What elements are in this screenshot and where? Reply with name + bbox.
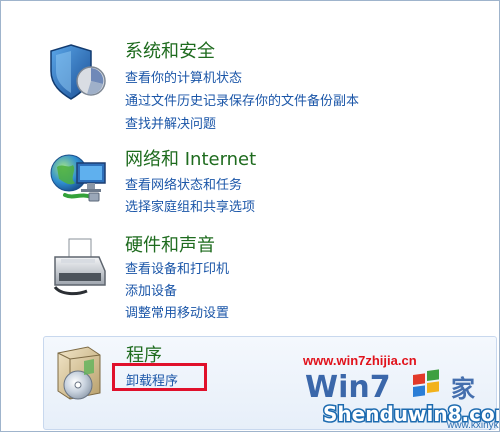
shield-icon [50,44,106,100]
category-system-security: 系统和安全 查看你的计算机状态 通过文件历史记录保存你的文件备份副本 查找并解决… [41,37,491,133]
category-title-hardware[interactable]: 硬件和声音 [125,231,215,257]
svg-text:家: 家 [451,375,475,403]
link-network-status[interactable]: 查看网络状态和任务 [125,174,242,193]
programs-icon [57,346,101,400]
network-globe-icon [50,154,106,202]
watermark-site: www.kxinyk.com [447,420,499,431]
link-view-computer-status[interactable]: 查看你的计算机状态 [125,67,242,86]
link-file-history-backup[interactable]: 通过文件历史记录保存你的文件备份副本 [125,90,359,109]
category-hardware-sound: 硬件和声音 查看设备和打印机 添加设备 调整常用移动设置 [41,227,491,327]
link-mobility-settings[interactable]: 调整常用移动设置 [125,302,229,321]
highlight-box [112,363,207,391]
category-title-security[interactable]: 系统和安全 [125,37,215,63]
control-panel-category-view: 系统和安全 查看你的计算机状态 通过文件历史记录保存你的文件备份副本 查找并解决… [0,0,500,432]
svg-text:Win7: Win7 [305,370,391,405]
watermark-url: www.win7zhijia.cn [303,353,417,368]
link-add-device[interactable]: 添加设备 [125,280,177,299]
category-title-network[interactable]: 网络和 Internet [125,145,256,171]
printer-icon [53,238,106,296]
category-network-internet: 网络和 Internet 查看网络状态和任务 选择家庭组和共享选项 [41,143,491,219]
link-devices-printers[interactable]: 查看设备和打印机 [125,258,229,277]
link-troubleshoot[interactable]: 查找并解决问题 [125,113,216,132]
link-homegroup-sharing[interactable]: 选择家庭组和共享选项 [125,196,255,215]
